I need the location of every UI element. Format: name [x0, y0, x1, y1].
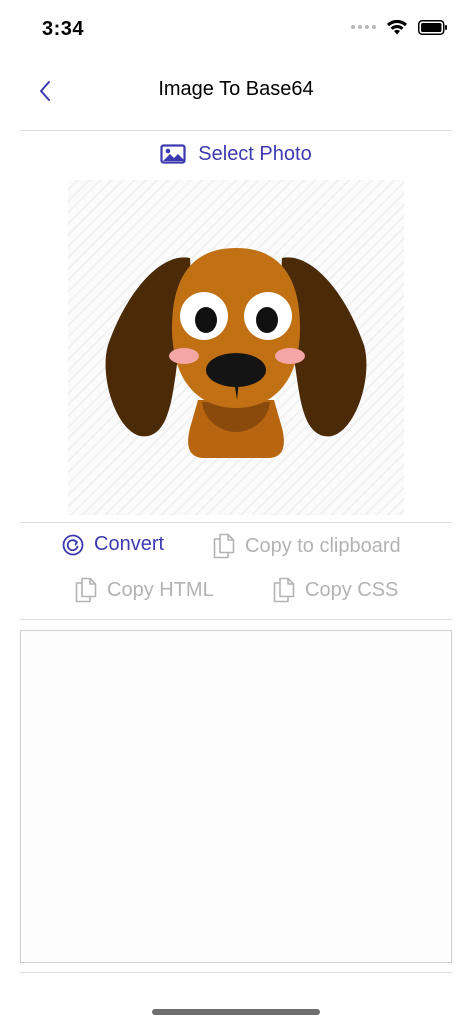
- photo-icon: [160, 144, 186, 164]
- cellular-signal-icon: [351, 25, 376, 29]
- actions-divider: [20, 619, 452, 620]
- header-divider: [20, 130, 452, 131]
- copy-to-clipboard-button[interactable]: Copy to clipboard: [213, 533, 401, 559]
- status-bar: 3:34: [0, 0, 472, 60]
- actions-row-2: Copy HTML Copy CSS: [0, 577, 472, 607]
- copy-html-label: Copy HTML: [107, 578, 214, 601]
- copy-to-clipboard-label: Copy to clipboard: [245, 534, 401, 557]
- convert-icon: [62, 534, 84, 555]
- select-photo-label: Select Photo: [198, 142, 312, 165]
- page-title: Image To Base64: [158, 78, 314, 100]
- image-preview: [68, 180, 404, 515]
- battery-icon: [418, 19, 447, 35]
- copy-documents-icon: [213, 533, 235, 559]
- navigation-bar: Image To Base64: [0, 60, 472, 120]
- status-time: 3:34: [42, 18, 85, 40]
- preview-divider: [20, 522, 452, 523]
- base64-output-textarea[interactable]: [20, 630, 452, 963]
- wifi-icon: [387, 19, 407, 35]
- copy-css-button[interactable]: Copy CSS: [273, 577, 398, 603]
- convert-button[interactable]: Convert: [62, 533, 164, 556]
- bottom-divider: [20, 972, 452, 973]
- actions-row-1: Convert Copy to clipboard: [0, 533, 472, 563]
- copy-html-button[interactable]: Copy HTML: [75, 577, 214, 603]
- copy-documents-icon: [273, 577, 295, 603]
- convert-label: Convert: [94, 533, 165, 555]
- copy-documents-icon: [75, 577, 97, 603]
- copy-css-label: Copy CSS: [305, 578, 399, 601]
- status-icons: [351, 19, 448, 35]
- select-photo-button[interactable]: Select Photo: [0, 140, 472, 168]
- home-indicator[interactable]: [152, 1009, 320, 1015]
- dog-illustration: [105, 248, 367, 458]
